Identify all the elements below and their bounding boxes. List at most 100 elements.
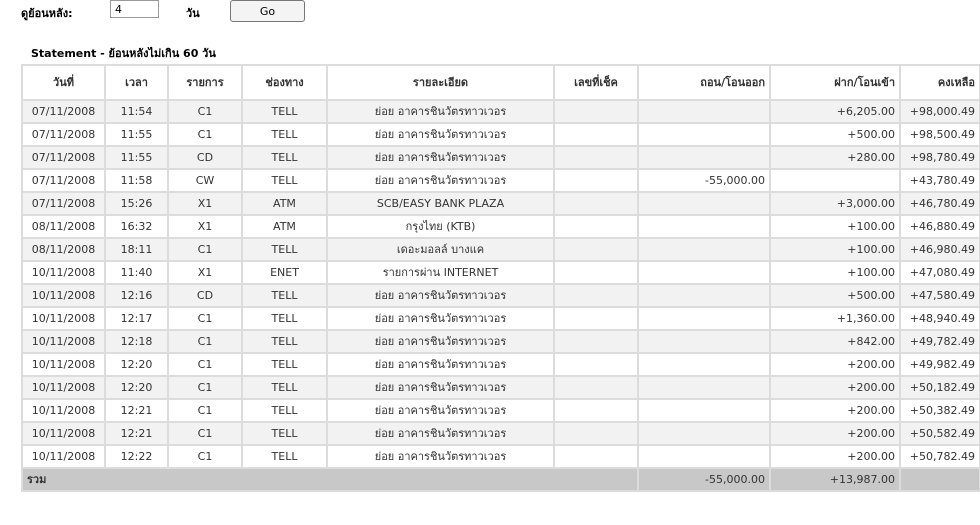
cell-balance: +49,982.49 xyxy=(899,352,980,377)
statement-title: Statement - ย้อนหลังไม่เกิน 60 วัน xyxy=(31,47,216,60)
cell-balance: +98,000.49 xyxy=(899,99,980,124)
cell-withdraw xyxy=(637,421,771,446)
total-withdraw: -55,000.00 xyxy=(637,467,771,492)
cell-balance: +46,980.49 xyxy=(899,237,980,262)
cell-time: 11:55 xyxy=(104,145,169,170)
days-input[interactable] xyxy=(110,0,159,18)
cell-withdraw xyxy=(637,214,771,239)
days-unit-label: วัน xyxy=(186,7,200,20)
cell-date: 07/11/2008 xyxy=(21,191,106,216)
cell-detail: ย่อย อาคารชินวัตรทาวเวอร xyxy=(326,398,555,423)
cell-cheque xyxy=(553,283,639,308)
table-row: 10/11/2008 12:18 C1 TELL ย่อย อาคารชินวัตรทา… xyxy=(21,329,980,354)
cell-cheque xyxy=(553,306,639,331)
cell-detail: ย่อย อาคารชินวัตรทาวเวอร xyxy=(326,421,555,446)
back-days-label: ดูย้อนหลัง: xyxy=(21,7,73,20)
cell-cheque xyxy=(553,375,639,400)
cell-type: C1 xyxy=(167,444,243,469)
col-header-channel: ช่องทาง xyxy=(241,64,328,101)
cell-channel: TELL xyxy=(241,444,328,469)
cell-channel: TELL xyxy=(241,352,328,377)
col-header-detail: รายละเอียด xyxy=(326,64,555,101)
cell-cheque xyxy=(553,237,639,262)
cell-date: 07/11/2008 xyxy=(21,168,106,193)
cell-balance: +43,780.49 xyxy=(899,168,980,193)
cell-date: 10/11/2008 xyxy=(21,375,106,400)
cell-type: C1 xyxy=(167,122,243,147)
cell-balance: +98,500.49 xyxy=(899,122,980,147)
cell-date: 07/11/2008 xyxy=(21,145,106,170)
cell-balance: +49,782.49 xyxy=(899,329,980,354)
cell-withdraw xyxy=(637,237,771,262)
cell-channel: TELL xyxy=(241,306,328,331)
cell-time: 12:21 xyxy=(104,398,169,423)
cell-time: 12:17 xyxy=(104,306,169,331)
cell-date: 10/11/2008 xyxy=(21,260,106,285)
cell-deposit: +3,000.00 xyxy=(769,191,901,216)
table-body: 07/11/2008 11:54 C1 TELL ย่อย อาคารชินวัตรทา… xyxy=(21,99,980,469)
cell-type: X1 xyxy=(167,260,243,285)
col-header-withdraw: ถอน/โอนออก xyxy=(637,64,771,101)
cell-balance: +98,780.49 xyxy=(899,145,980,170)
cell-detail: ย่อย อาคารชินวัตรทาวเวอร xyxy=(326,352,555,377)
cell-deposit: +1,360.00 xyxy=(769,306,901,331)
cell-detail: รายการผ่าน INTERNET xyxy=(326,260,555,285)
cell-deposit: +100.00 xyxy=(769,260,901,285)
cell-time: 15:26 xyxy=(104,191,169,216)
cell-channel: TELL xyxy=(241,375,328,400)
cell-time: 11:54 xyxy=(104,99,169,124)
cell-withdraw: -55,000.00 xyxy=(637,168,771,193)
col-header-balance: คงเหลือ xyxy=(899,64,980,101)
cell-deposit: +280.00 xyxy=(769,145,901,170)
cell-channel: TELL xyxy=(241,421,328,446)
cell-deposit: +200.00 xyxy=(769,352,901,377)
cell-deposit: +100.00 xyxy=(769,214,901,239)
cell-withdraw xyxy=(637,329,771,354)
cell-detail: เดอะมอลล์ บางแค xyxy=(326,237,555,262)
cell-date: 10/11/2008 xyxy=(21,329,106,354)
cell-channel: ATM xyxy=(241,214,328,239)
cell-cheque xyxy=(553,329,639,354)
cell-cheque xyxy=(553,398,639,423)
go-button[interactable]: Go xyxy=(230,0,305,22)
cell-type: CD xyxy=(167,283,243,308)
total-label: รวม xyxy=(21,467,639,492)
cell-channel: TELL xyxy=(241,145,328,170)
cell-withdraw xyxy=(637,260,771,285)
cell-cheque xyxy=(553,421,639,446)
cell-deposit: +200.00 xyxy=(769,421,901,446)
cell-withdraw xyxy=(637,99,771,124)
table-row: 10/11/2008 12:16 CD TELL ย่อย อาคารชินวัตรทา… xyxy=(21,283,980,308)
cell-detail: ย่อย อาคารชินวัตรทาวเวอร xyxy=(326,99,555,124)
cell-withdraw xyxy=(637,444,771,469)
table-row: 10/11/2008 12:21 C1 TELL ย่อย อาคารชินวัตรทา… xyxy=(21,398,980,423)
col-header-date: วันที่ xyxy=(21,64,106,101)
cell-cheque xyxy=(553,352,639,377)
cell-detail: ย่อย อาคารชินวัตรทาวเวอร xyxy=(326,122,555,147)
cell-balance: +50,382.49 xyxy=(899,398,980,423)
table-row: 10/11/2008 12:22 C1 TELL ย่อย อาคารชินวัตรทา… xyxy=(21,444,980,469)
table-row: 07/11/2008 11:58 CW TELL ย่อย อาคารชินวัตรทา… xyxy=(21,168,980,193)
cell-date: 08/11/2008 xyxy=(21,237,106,262)
filter-bar: ดูย้อนหลัง: วัน Go xyxy=(0,0,980,24)
cell-date: 10/11/2008 xyxy=(21,352,106,377)
table-row: 10/11/2008 11:40 X1 ENET รายการผ่าน INTERNET… xyxy=(21,260,980,285)
cell-detail: กรุงไทย (KTB) xyxy=(326,214,555,239)
cell-cheque xyxy=(553,444,639,469)
cell-time: 18:11 xyxy=(104,237,169,262)
col-header-type: รายการ xyxy=(167,64,243,101)
cell-channel: ATM xyxy=(241,191,328,216)
table-row: 08/11/2008 18:11 C1 TELL เดอะมอลล์ บางแค +100… xyxy=(21,237,980,262)
cell-deposit: +500.00 xyxy=(769,122,901,147)
cell-channel: TELL xyxy=(241,283,328,308)
cell-withdraw xyxy=(637,398,771,423)
cell-withdraw xyxy=(637,375,771,400)
cell-time: 11:58 xyxy=(104,168,169,193)
cell-channel: TELL xyxy=(241,99,328,124)
cell-withdraw xyxy=(637,191,771,216)
total-balance-blank xyxy=(899,467,980,492)
cell-deposit: +100.00 xyxy=(769,237,901,262)
cell-balance: +47,080.49 xyxy=(899,260,980,285)
cell-balance: +50,182.49 xyxy=(899,375,980,400)
cell-detail: ย่อย อาคารชินวัตรทาวเวอร xyxy=(326,283,555,308)
